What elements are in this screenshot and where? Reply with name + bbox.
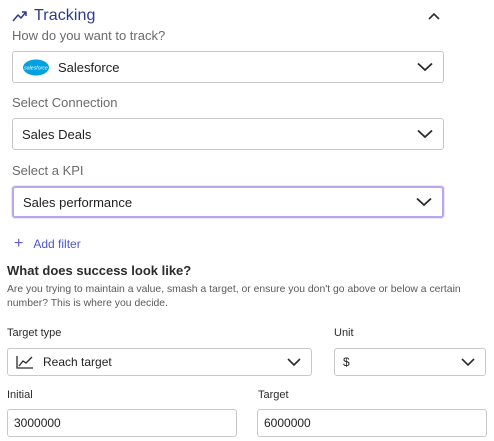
kpi-select[interactable]: Sales performance — [12, 186, 444, 218]
unit-label: Unit — [334, 327, 354, 339]
tracking-method-select[interactable]: salesforce Salesforce — [12, 51, 444, 83]
add-filter-label: Add filter — [33, 237, 81, 251]
plus-icon: + — [14, 235, 24, 252]
kpi-value: Sales performance — [23, 194, 133, 210]
trending-up-icon — [12, 11, 27, 22]
chevron-up-icon — [428, 12, 440, 20]
initial-label: Initial — [7, 389, 33, 401]
salesforce-logo-icon: salesforce — [23, 59, 49, 76]
chevron-down-icon — [287, 358, 301, 367]
line-chart-icon — [16, 356, 33, 369]
chevron-down-icon — [461, 358, 475, 367]
target-type-select[interactable]: Reach target — [7, 348, 312, 376]
success-description: Are you trying to maintain a value, smas… — [7, 284, 461, 309]
target-type-value: Reach target — [43, 355, 112, 369]
chevron-down-icon — [416, 197, 432, 207]
tracking-method-value: Salesforce — [58, 59, 120, 75]
connection-value: Sales Deals — [22, 126, 92, 142]
tracking-method-label: How do you want to track? — [12, 28, 166, 43]
tracking-section-header: Tracking — [12, 5, 444, 27]
chevron-down-icon — [417, 62, 433, 72]
add-filter-button[interactable]: + Add filter — [14, 236, 81, 252]
target-input[interactable] — [257, 409, 487, 437]
initial-input[interactable] — [7, 409, 237, 437]
unit-select[interactable]: $ — [334, 348, 486, 376]
kpi-label: Select a KPI — [12, 163, 84, 178]
target-type-label: Target type — [7, 327, 62, 339]
connection-select[interactable]: Sales Deals — [12, 118, 444, 150]
target-label: Target — [258, 389, 289, 401]
chevron-down-icon — [417, 129, 433, 139]
section-title: Tracking — [34, 7, 96, 24]
connection-label: Select Connection — [12, 95, 118, 110]
salesforce-logo-text: salesforce — [24, 66, 48, 72]
collapse-button[interactable] — [424, 7, 444, 25]
unit-value: $ — [343, 355, 350, 369]
success-heading: What does success look like? — [7, 263, 192, 278]
